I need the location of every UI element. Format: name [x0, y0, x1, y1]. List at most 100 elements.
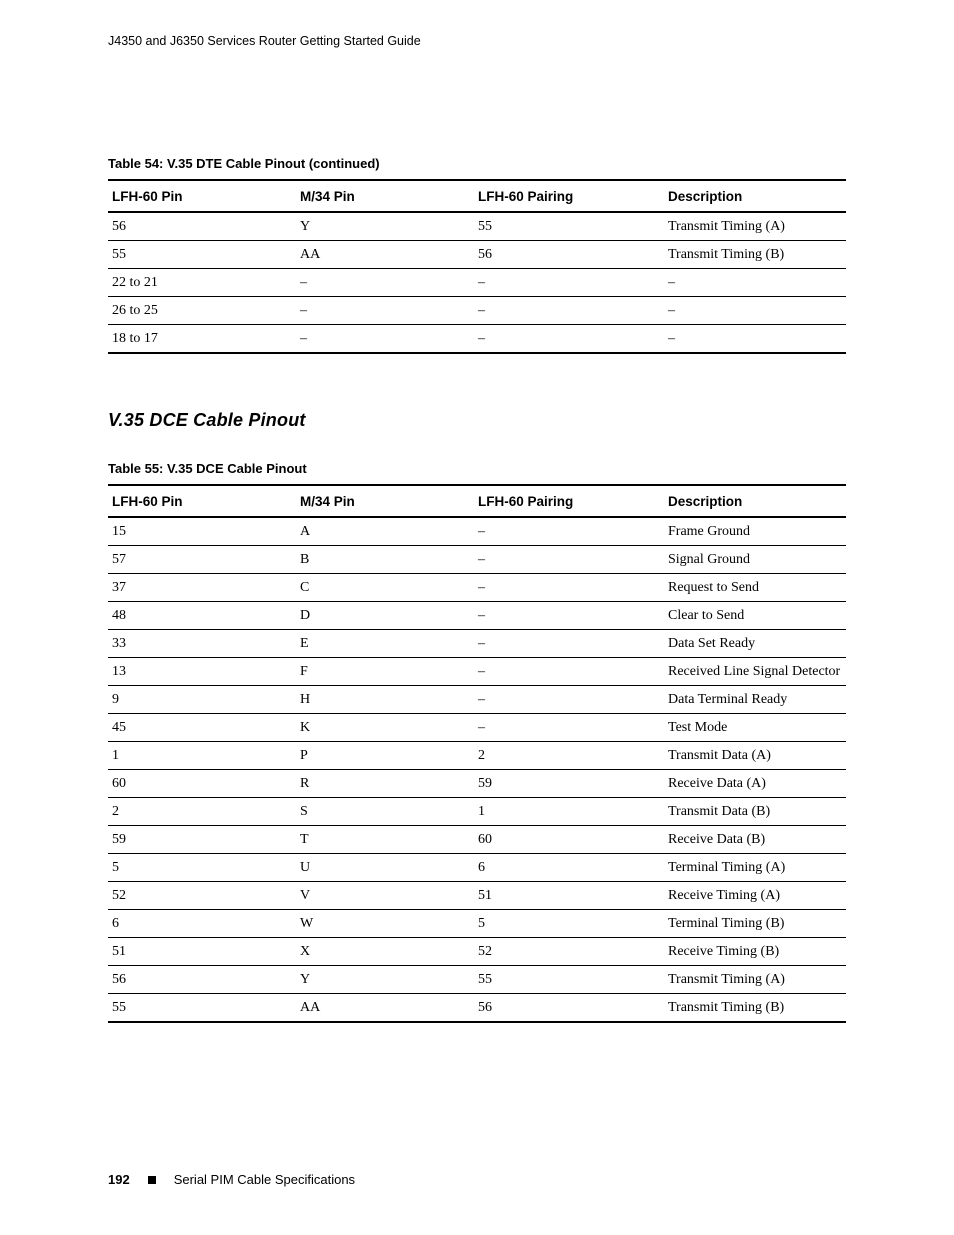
table-cell: 2: [474, 742, 664, 770]
table-cell: Terminal Timing (A): [664, 854, 846, 882]
table-cell: D: [296, 602, 474, 630]
table55-h2: LFH-60 Pairing: [474, 485, 664, 517]
table-cell: 45: [108, 714, 296, 742]
table-cell: 1: [474, 798, 664, 826]
table-cell: Clear to Send: [664, 602, 846, 630]
footer-section-label: Serial PIM Cable Specifications: [174, 1172, 355, 1187]
table-row: 59T60Receive Data (B): [108, 826, 846, 854]
square-bullet-icon: [148, 1176, 156, 1184]
table-row: 26 to 25–––: [108, 297, 846, 325]
table-cell: 48: [108, 602, 296, 630]
table-cell: 51: [108, 938, 296, 966]
table-row: 57B–Signal Ground: [108, 546, 846, 574]
table55-h3: Description: [664, 485, 846, 517]
table-cell: B: [296, 546, 474, 574]
table-cell: 56: [474, 994, 664, 1023]
table-cell: X: [296, 938, 474, 966]
table-row: 2S1Transmit Data (B): [108, 798, 846, 826]
table-cell: –: [474, 658, 664, 686]
table55-h0: LFH-60 Pin: [108, 485, 296, 517]
table-cell: –: [474, 602, 664, 630]
table-cell: –: [474, 714, 664, 742]
table-cell: –: [474, 546, 664, 574]
table54-caption: Table 54: V.35 DTE Cable Pinout (continu…: [108, 156, 846, 171]
table-cell: 55: [474, 966, 664, 994]
table-cell: 55: [108, 994, 296, 1023]
table-cell: 33: [108, 630, 296, 658]
table-cell: 6: [474, 854, 664, 882]
table-cell: Transmit Timing (A): [664, 212, 846, 241]
table-cell: –: [664, 297, 846, 325]
table-cell: V: [296, 882, 474, 910]
table-cell: Transmit Data (B): [664, 798, 846, 826]
table-cell: W: [296, 910, 474, 938]
table-cell: 9: [108, 686, 296, 714]
table-cell: 13: [108, 658, 296, 686]
table54-h1: M/34 Pin: [296, 180, 474, 212]
table-row: 56Y55Transmit Timing (A): [108, 966, 846, 994]
table-cell: –: [474, 630, 664, 658]
table-cell: 52: [474, 938, 664, 966]
table-cell: –: [296, 269, 474, 297]
table-cell: Y: [296, 212, 474, 241]
table-row: 56Y55Transmit Timing (A): [108, 212, 846, 241]
table-row: 13F–Received Line Signal Detector: [108, 658, 846, 686]
section-heading: V.35 DCE Cable Pinout: [108, 410, 846, 431]
table54: LFH-60 Pin M/34 Pin LFH-60 Pairing Descr…: [108, 179, 846, 354]
footer: 192 Serial PIM Cable Specifications: [108, 1172, 846, 1187]
table-row: 18 to 17–––: [108, 325, 846, 354]
table-cell: Transmit Timing (B): [664, 241, 846, 269]
table-row: 15A–Frame Ground: [108, 517, 846, 546]
table-row: 33E–Data Set Ready: [108, 630, 846, 658]
table-cell: –: [474, 325, 664, 354]
table55: LFH-60 Pin M/34 Pin LFH-60 Pairing Descr…: [108, 484, 846, 1023]
table-cell: 56: [474, 241, 664, 269]
table-cell: 18 to 17: [108, 325, 296, 354]
table54-h0: LFH-60 Pin: [108, 180, 296, 212]
table-cell: F: [296, 658, 474, 686]
table-cell: 22 to 21: [108, 269, 296, 297]
table54-body: 56Y55Transmit Timing (A)55AA56Transmit T…: [108, 212, 846, 353]
table-cell: T: [296, 826, 474, 854]
table-cell: Received Line Signal Detector: [664, 658, 846, 686]
table-cell: –: [474, 517, 664, 546]
table-cell: Receive Timing (B): [664, 938, 846, 966]
table-row: 48D–Clear to Send: [108, 602, 846, 630]
table-row: 45K–Test Mode: [108, 714, 846, 742]
table-cell: Request to Send: [664, 574, 846, 602]
table-cell: 5: [108, 854, 296, 882]
table-cell: C: [296, 574, 474, 602]
table-cell: –: [664, 269, 846, 297]
table-cell: 5: [474, 910, 664, 938]
table-row: 6W5Terminal Timing (B): [108, 910, 846, 938]
table54-h2: LFH-60 Pairing: [474, 180, 664, 212]
table55-caption: Table 55: V.35 DCE Cable Pinout: [108, 461, 846, 476]
table-cell: 56: [108, 966, 296, 994]
table-row: 55AA56Transmit Timing (B): [108, 994, 846, 1023]
table-cell: 2: [108, 798, 296, 826]
table-cell: Terminal Timing (B): [664, 910, 846, 938]
table-cell: Receive Data (A): [664, 770, 846, 798]
table-cell: 26 to 25: [108, 297, 296, 325]
table-cell: 6: [108, 910, 296, 938]
table55-body: 15A–Frame Ground57B–Signal Ground37C–Req…: [108, 517, 846, 1022]
table-cell: 59: [108, 826, 296, 854]
table-row: 52V51Receive Timing (A): [108, 882, 846, 910]
table-cell: Y: [296, 966, 474, 994]
table54-h3: Description: [664, 180, 846, 212]
table-cell: Transmit Timing (A): [664, 966, 846, 994]
table-row: 22 to 21–––: [108, 269, 846, 297]
table-cell: Signal Ground: [664, 546, 846, 574]
table-cell: U: [296, 854, 474, 882]
table-cell: Receive Data (B): [664, 826, 846, 854]
table-row: 55AA56Transmit Timing (B): [108, 241, 846, 269]
table-cell: Receive Timing (A): [664, 882, 846, 910]
table-cell: H: [296, 686, 474, 714]
table-cell: 37: [108, 574, 296, 602]
table-cell: –: [474, 269, 664, 297]
table-cell: –: [474, 297, 664, 325]
table-cell: –: [296, 297, 474, 325]
table-cell: K: [296, 714, 474, 742]
table-cell: 15: [108, 517, 296, 546]
table-cell: 55: [108, 241, 296, 269]
